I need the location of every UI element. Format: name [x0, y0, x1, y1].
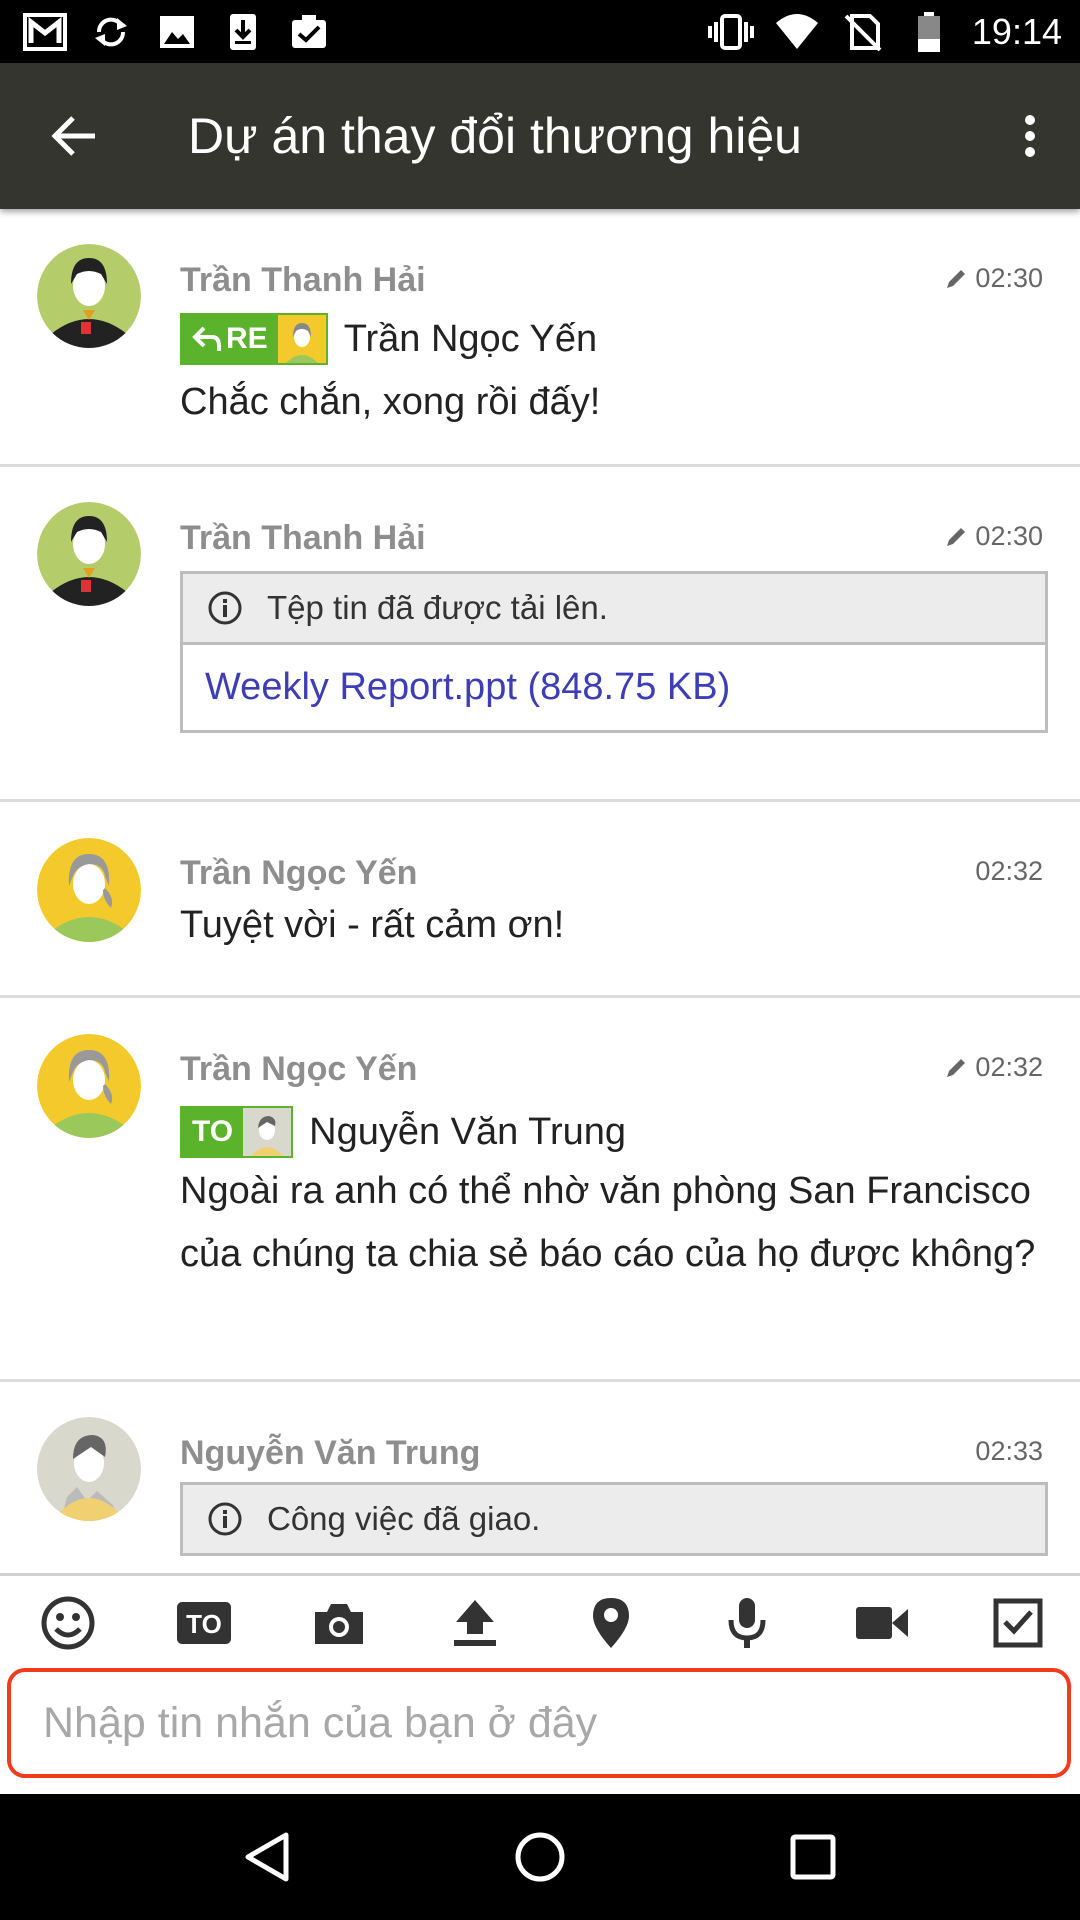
info-text: Công việc đã giao.: [267, 1500, 541, 1537]
to-target-name: Nguyễn Văn Trung: [309, 1110, 627, 1153]
message-text: Chắc chắn, xong rồi đấy!: [180, 381, 601, 423]
more-vert-icon: [1025, 115, 1035, 157]
battery-icon: [906, 11, 952, 52]
location-button[interactable]: [581, 1593, 641, 1653]
time-label: 02:32: [975, 1052, 1043, 1082]
wifi-icon: [774, 12, 820, 52]
info-text: Tệp tin đã được tải lên.: [267, 589, 608, 626]
home-circle-icon: [515, 1832, 565, 1882]
avatar[interactable]: [37, 1034, 141, 1138]
upload-button[interactable]: [445, 1593, 505, 1653]
image-icon: [154, 12, 200, 52]
avatar[interactable]: [37, 838, 141, 942]
arrow-back-icon: [51, 116, 95, 156]
message-time: 02:32: [975, 856, 1043, 887]
to-line: TO Nguyễn Văn Trung: [180, 1106, 626, 1158]
back-triangle-icon: [245, 1832, 289, 1882]
location-icon: [592, 1598, 629, 1648]
nav-home-button[interactable]: [500, 1817, 580, 1897]
time-label: 02:32: [975, 856, 1043, 886]
emoji-icon: [41, 1596, 95, 1650]
gmail-icon: [22, 12, 68, 52]
reply-target-name: Trần Ngọc Yến: [343, 317, 598, 360]
file-upload-box: Tệp tin đã được tải lên. Weekly Report.p…: [180, 571, 1048, 733]
voice-button[interactable]: [717, 1593, 777, 1653]
task-info-box: Công việc đã giao.: [180, 1482, 1048, 1556]
message-time: 02:32: [945, 1052, 1043, 1083]
emoji-button[interactable]: [38, 1593, 98, 1653]
message-item[interactable]: Trần Thanh Hải 02:30 RE Trần Ngọc Yến Ch…: [0, 209, 1080, 467]
reply-arrow-icon: [192, 326, 221, 351]
system-nav-bar: [0, 1794, 1080, 1920]
sender-name: Trần Ngọc Yến: [180, 1050, 418, 1088]
app-bar: Dự án thay đổi thương hiệu: [0, 63, 1080, 209]
status-bar: 19:14: [0, 0, 1080, 63]
pencil-icon: [947, 527, 966, 546]
nav-back-button[interactable]: [227, 1817, 307, 1897]
time-label: 02:33: [975, 1436, 1043, 1466]
status-right-icons: 19:14: [707, 10, 1062, 53]
message-input-wrapper[interactable]: [7, 1668, 1071, 1778]
message-time: 02:30: [945, 263, 1043, 294]
reply-tag[interactable]: RE: [180, 313, 328, 365]
page-title: Dự án thay đổi thương hiệu: [188, 108, 802, 164]
message-item[interactable]: Trần Ngọc Yến 02:32 TO Nguyễn Văn Trung …: [0, 998, 1080, 1382]
pencil-icon: [947, 1058, 966, 1077]
avatar-thumb: [243, 1108, 292, 1156]
avatar[interactable]: [37, 244, 141, 348]
message-text: Tuyệt vời - rất cảm ơn!: [180, 904, 565, 946]
download-icon: [220, 12, 266, 52]
recents-square-icon: [790, 1834, 836, 1880]
to-tag[interactable]: TO: [180, 1106, 294, 1158]
to-icon: TO: [176, 1602, 231, 1644]
message-list[interactable]: Trần Thanh Hải 02:30 RE Trần Ngọc Yến Ch…: [0, 209, 1080, 1573]
nav-recents-button[interactable]: [773, 1817, 853, 1897]
avatar[interactable]: [37, 1417, 141, 1521]
status-time: 19:14: [971, 10, 1062, 52]
sender-name: Trần Thanh Hải: [180, 519, 426, 557]
camera-icon: [315, 1604, 364, 1644]
avatar[interactable]: [37, 502, 141, 606]
time-label: 02:30: [975, 263, 1043, 293]
info-icon: [208, 591, 242, 625]
message-item[interactable]: Trần Ngọc Yến 02:32 Tuyệt vời - rất cảm …: [0, 802, 1080, 998]
file-link[interactable]: Weekly Report.ppt (848.75 KB): [183, 642, 1045, 730]
task-icon: [993, 1598, 1043, 1648]
message-time: 02:30: [945, 521, 1043, 552]
to-tag-label: TO: [192, 1115, 234, 1148]
video-icon: [856, 1607, 909, 1639]
message-item[interactable]: Nguyễn Văn Trung 02:33 Công việc đã giao…: [0, 1382, 1080, 1573]
sender-name: Trần Thanh Hải: [180, 261, 426, 299]
no-sim-icon: [840, 12, 886, 52]
vibrate-icon: [707, 12, 754, 52]
message-text: Ngoài ra anh có thể nhờ văn phòng San Fr…: [180, 1170, 1036, 1275]
info-icon: [208, 1502, 242, 1536]
info-header: Công việc đã giao.: [183, 1485, 1045, 1553]
sender-name: Nguyễn Văn Trung: [180, 1434, 481, 1472]
more-options-button[interactable]: [980, 63, 1080, 209]
pencil-icon: [947, 269, 966, 288]
reply-line: RE Trần Ngọc Yến: [180, 313, 597, 365]
mic-icon: [728, 1598, 766, 1648]
to-button[interactable]: TO: [174, 1593, 234, 1653]
info-header: Tệp tin đã được tải lên.: [183, 574, 1045, 642]
clipboard-check-icon: [286, 12, 332, 52]
task-button[interactable]: [988, 1593, 1048, 1653]
compose-toolbar: TO: [0, 1573, 1080, 1670]
message-input[interactable]: [43, 1698, 1067, 1748]
upload-icon: [454, 1600, 497, 1646]
time-label: 02:30: [975, 521, 1043, 551]
video-button[interactable]: [852, 1593, 912, 1653]
back-button[interactable]: [0, 63, 150, 209]
svg-text:TO: TO: [186, 1609, 222, 1639]
status-left-icons: [22, 12, 332, 52]
message-time: 02:33: [975, 1436, 1043, 1467]
sender-name: Trần Ngọc Yến: [180, 854, 418, 892]
camera-button[interactable]: [309, 1593, 369, 1653]
avatar-thumb: [277, 315, 326, 363]
message-item[interactable]: Trần Thanh Hải 02:30 Tệp tin đã được tải…: [0, 467, 1080, 802]
reply-tag-label: RE: [182, 315, 278, 363]
sync-icon: [88, 12, 134, 52]
